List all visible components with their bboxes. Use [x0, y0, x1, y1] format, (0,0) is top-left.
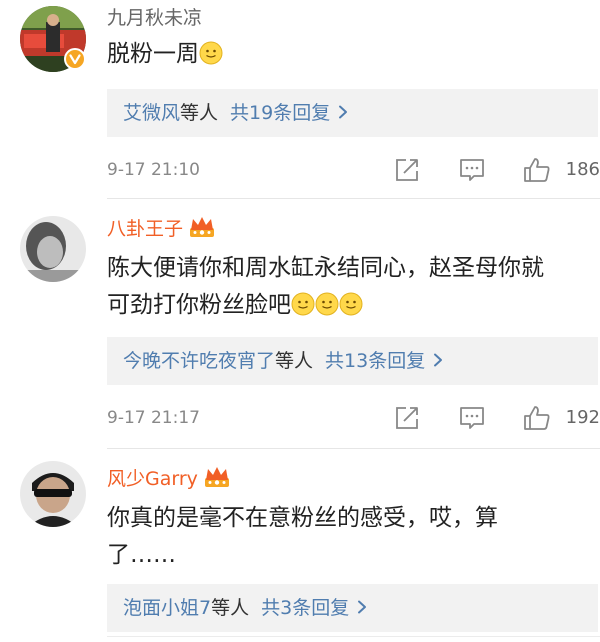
- comment-text: 脱粉一周: [107, 36, 597, 73]
- avatar[interactable]: [20, 216, 86, 282]
- comment-bubble-icon[interactable]: [459, 405, 485, 431]
- comment-text-line: 你真的是毫不在意粉丝的感受，哎，算: [107, 505, 498, 531]
- like-count: 186: [565, 159, 600, 180]
- crown-badge-icon: [204, 467, 229, 487]
- chevron-right-icon: [358, 600, 367, 614]
- reply-count[interactable]: 共13条回复: [325, 350, 425, 372]
- smiley-emoji-icon: [315, 292, 339, 316]
- chevron-right-icon: [434, 353, 443, 367]
- smiley-emoji-icon: [339, 292, 363, 316]
- share-arrow-icon[interactable]: [394, 405, 420, 431]
- thumbs-up-icon[interactable]: [523, 405, 551, 431]
- divider: [107, 198, 600, 199]
- reply-suffix: 等人: [211, 597, 250, 619]
- comment-text: 你真的是毫不在意粉丝的感受，哎，算 了……: [107, 500, 597, 574]
- comment-text-line: 可劲打你粉丝脸吧: [107, 292, 291, 318]
- comment-text-line: 了……: [107, 542, 176, 568]
- comment-meta: 9-17 21:10 186: [107, 155, 600, 185]
- avatar-photo: [20, 216, 86, 282]
- comment-text-line: 陈大便请你和周水缸永结同心，赵圣母你就: [107, 255, 544, 281]
- share-arrow-icon[interactable]: [394, 157, 420, 183]
- comment-text-line: 脱粉一周: [107, 41, 199, 67]
- reply-count[interactable]: 共19条回复: [230, 102, 330, 124]
- comment-item: 九月秋未凉 脱粉一周 艾微风等人 共19条回复 9-17 21:10 186: [0, 0, 600, 200]
- divider: [107, 448, 600, 449]
- verified-v-badge-icon: [64, 48, 86, 70]
- comment-bubble-icon[interactable]: [459, 157, 485, 183]
- reply-user-names[interactable]: 泡面小姐7: [123, 597, 211, 619]
- timestamp: 9-17 21:10: [107, 160, 200, 180]
- reply-count[interactable]: 共3条回复: [261, 597, 349, 619]
- comments-list: 九月秋未凉 脱粉一周 艾微风等人 共19条回复 9-17 21:10 186 八…: [0, 0, 600, 642]
- chevron-right-icon: [339, 105, 348, 119]
- like-count: 192: [565, 407, 600, 428]
- comment-text: 陈大便请你和周水缸永结同心，赵圣母你就 可劲打你粉丝脸吧: [107, 250, 597, 324]
- username[interactable]: 风少Garry: [107, 466, 230, 491]
- username-text[interactable]: 八卦王子: [107, 218, 183, 240]
- comment-meta: 9-17 21:17 192: [107, 403, 600, 433]
- comment-item: 八卦王子 陈大便请你和周水缸永结同心，赵圣母你就 可劲打你粉丝脸吧 今晚不许吃夜…: [0, 200, 600, 450]
- avatar-photo: [20, 461, 86, 527]
- reply-suffix: 等人: [275, 350, 314, 372]
- reply-suffix: 等人: [180, 102, 219, 124]
- reply-user-names[interactable]: 艾微风: [123, 102, 180, 124]
- username[interactable]: 九月秋未凉: [107, 6, 202, 30]
- avatar[interactable]: [20, 461, 86, 527]
- crown-badge-icon: [190, 217, 215, 237]
- username-text[interactable]: 风少Garry: [107, 468, 198, 490]
- divider: [107, 636, 600, 637]
- reply-summary[interactable]: 今晚不许吃夜宵了等人 共13条回复: [107, 337, 598, 385]
- reply-summary[interactable]: 泡面小姐7等人 共3条回复: [107, 584, 598, 632]
- reply-user-names[interactable]: 今晚不许吃夜宵了: [123, 350, 275, 372]
- timestamp: 9-17 21:17: [107, 408, 200, 428]
- comment-item: 风少Garry 你真的是毫不在意粉丝的感受，哎，算 了…… 泡面小姐7等人 共3条…: [0, 450, 600, 642]
- smiley-emoji-icon: [199, 41, 223, 65]
- username[interactable]: 八卦王子: [107, 216, 215, 241]
- smiley-emoji-icon: [291, 292, 315, 316]
- thumbs-up-icon[interactable]: [523, 157, 551, 183]
- reply-summary[interactable]: 艾微风等人 共19条回复: [107, 89, 598, 137]
